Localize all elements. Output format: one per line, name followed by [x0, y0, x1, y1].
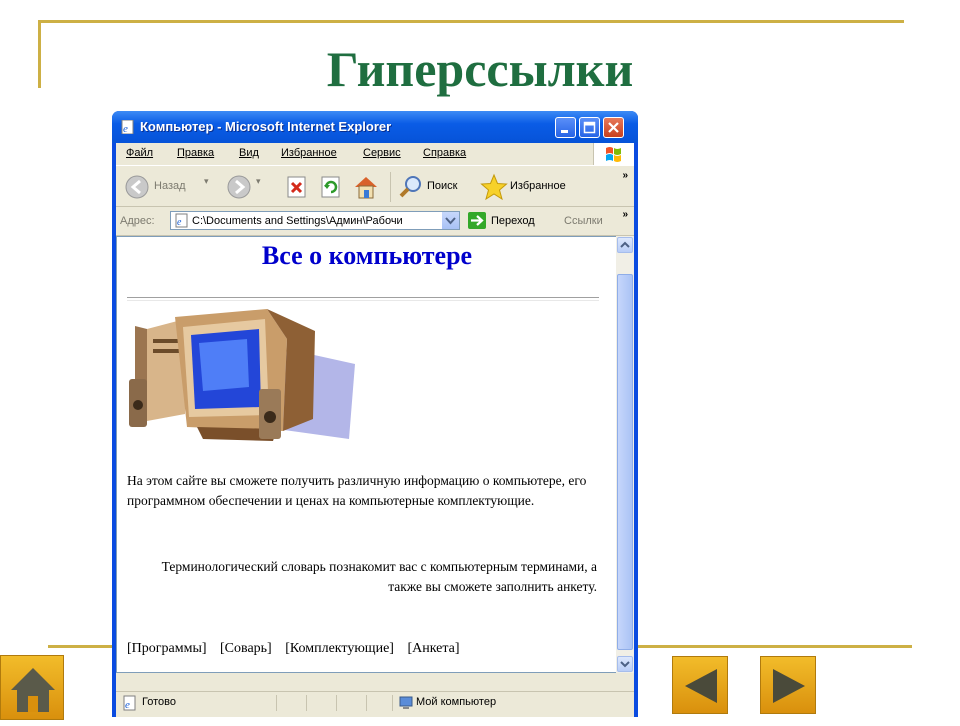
search-icon[interactable]: [398, 174, 424, 200]
slide-frame-top: [40, 20, 904, 23]
menu-help[interactable]: Справка: [423, 147, 466, 159]
svg-text:e: e: [123, 123, 128, 134]
computer-image: [129, 309, 355, 441]
dictionary-paragraph: Терминологический словарь познакомит вас…: [161, 559, 597, 594]
home-icon[interactable]: [352, 174, 380, 200]
close-button[interactable]: [603, 117, 624, 138]
status-divider: [306, 695, 307, 711]
address-dropdown-icon[interactable]: [442, 212, 459, 229]
windows-logo-icon: [593, 143, 634, 165]
menu-tools[interactable]: Сервис: [363, 147, 401, 159]
link-dictionary[interactable]: [Соварь]: [220, 641, 272, 656]
page-links: [Программы] [Соварь] [Комплектующие] [Ан…: [127, 641, 470, 657]
scroll-thumb[interactable]: [617, 274, 633, 650]
slide-title: Гиперссылки: [326, 41, 634, 97]
home-icon: [11, 668, 55, 712]
address-label: Адрес:: [120, 215, 155, 227]
status-divider: [366, 695, 367, 711]
home-button[interactable]: [0, 655, 64, 720]
window-title: Компьютер - Microsoft Internet Explorer: [140, 119, 392, 134]
links-more-icon[interactable]: »: [622, 209, 628, 220]
toolbar-separator: [390, 172, 391, 202]
vertical-scrollbar[interactable]: [616, 236, 634, 673]
menu-file[interactable]: Файл: [126, 147, 153, 159]
minimize-button[interactable]: [555, 117, 576, 138]
stop-icon[interactable]: [286, 175, 308, 199]
back-arrow-icon[interactable]: [124, 174, 150, 200]
previous-slide-button[interactable]: [672, 656, 728, 714]
refresh-icon[interactable]: [320, 175, 342, 199]
address-bar: Адрес: e C:\Documents and Settings\Админ…: [116, 207, 634, 236]
menu-favorites[interactable]: Избранное: [281, 147, 337, 159]
maximize-button[interactable]: [579, 117, 600, 138]
scroll-down-icon[interactable]: [617, 656, 633, 672]
page-done-icon: e: [123, 695, 136, 711]
toolbar-more-icon[interactable]: »: [622, 170, 628, 181]
back-label[interactable]: Назад: [154, 180, 186, 192]
address-value: C:\Documents and Settings\Админ\Рабочи: [192, 215, 403, 227]
scroll-up-icon[interactable]: [617, 237, 633, 253]
menu-edit[interactable]: Правка: [177, 147, 214, 159]
horizontal-rule: [127, 297, 599, 301]
search-label[interactable]: Поиск: [427, 180, 457, 192]
link-survey[interactable]: [Анкета]: [407, 641, 459, 656]
svg-text:e: e: [177, 217, 182, 228]
ie-window: e Компьютер - Microsoft Internet Explore…: [112, 111, 638, 717]
forward-arrow-icon[interactable]: [226, 174, 252, 200]
go-button[interactable]: Переход: [491, 215, 535, 227]
right-arrow-icon: [773, 669, 805, 703]
status-divider: [392, 695, 393, 711]
back-dropdown-icon[interactable]: ▾: [204, 176, 209, 187]
page-icon: e: [175, 213, 188, 228]
intro-paragraph: На этом сайте вы сможете получить различ…: [127, 473, 587, 508]
window-client: Файл Правка Вид Избранное Сервис Справка: [116, 143, 634, 717]
menu-bar: Файл Правка Вид Избранное Сервис Справка: [116, 143, 634, 165]
favorites-label[interactable]: Избранное: [510, 180, 566, 192]
ie-page-icon: e: [121, 120, 134, 134]
next-slide-button[interactable]: [760, 656, 816, 714]
standard-toolbar: Назад ▾ ▾ Поиск Избранное »: [116, 165, 634, 207]
status-divider: [276, 695, 277, 711]
page-heading: Все о компьютере: [261, 241, 473, 270]
left-arrow-icon: [685, 669, 717, 703]
links-toolbar[interactable]: Ссылки: [564, 215, 603, 227]
security-zone: Мой компьютер: [416, 696, 497, 708]
title-bar[interactable]: e Компьютер - Microsoft Internet Explore…: [112, 111, 638, 143]
web-page: Все о компьютере На этом сайте вы сможет…: [116, 236, 618, 673]
status-divider: [336, 695, 337, 711]
status-bar: e Готово Мой компьютер: [116, 691, 634, 714]
address-input[interactable]: e C:\Documents and Settings\Админ\Рабочи: [170, 211, 460, 230]
favorites-star-icon[interactable]: [480, 173, 508, 201]
forward-dropdown-icon[interactable]: ▾: [256, 176, 261, 187]
svg-text:e: e: [125, 699, 130, 711]
status-ready: Готово: [142, 696, 176, 708]
link-components[interactable]: [Комплектующие]: [285, 641, 394, 656]
link-programs[interactable]: [Программы]: [127, 641, 207, 656]
menu-view[interactable]: Вид: [239, 147, 259, 159]
go-arrow-icon[interactable]: [468, 212, 486, 229]
my-computer-icon: [399, 696, 413, 709]
